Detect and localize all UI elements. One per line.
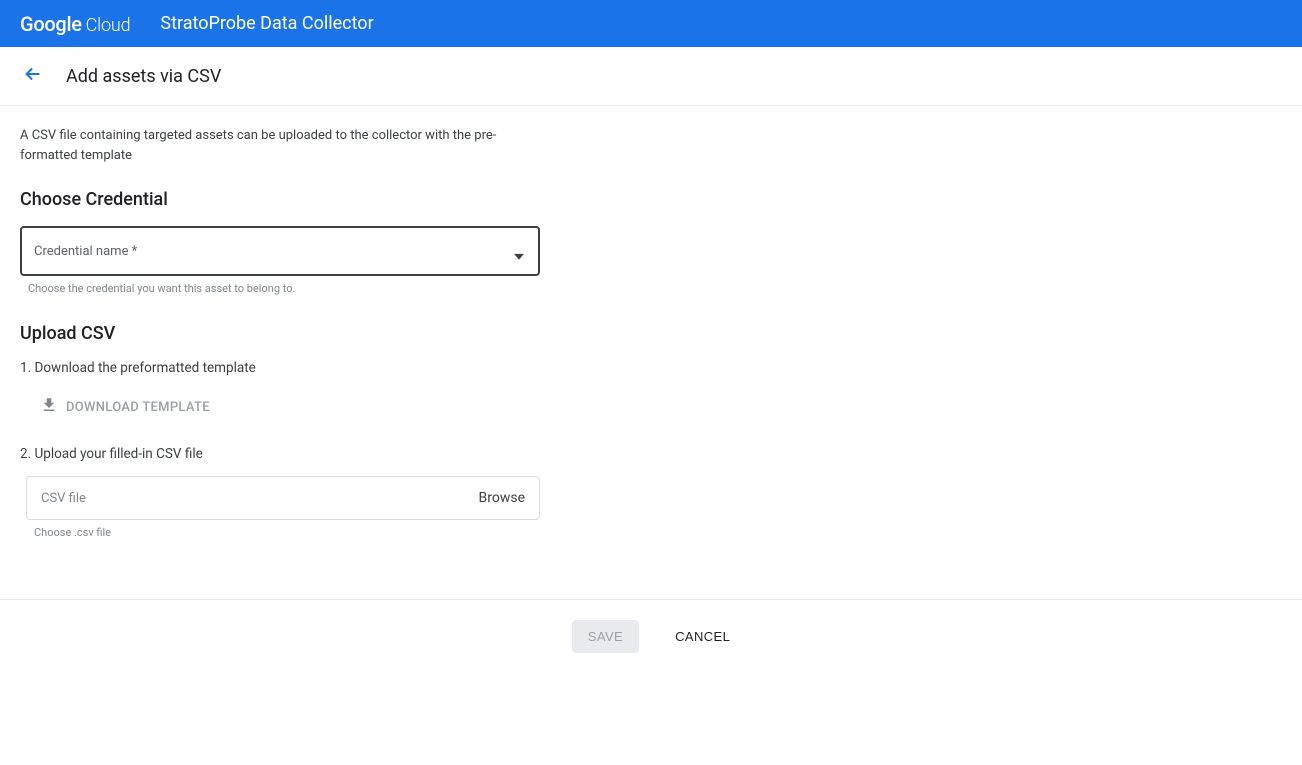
- download-template-label: DOWNLOAD TEMPLATE: [66, 400, 210, 415]
- csv-file-input[interactable]: CSV file Browse: [26, 476, 540, 520]
- step-1-label: 1. Download the preformatted template: [20, 360, 540, 376]
- main-content: A CSV file containing targeted assets ca…: [0, 106, 560, 559]
- credential-select[interactable]: Credential name *: [20, 226, 540, 276]
- page-header: Add assets via CSV: [0, 47, 1302, 106]
- browse-button[interactable]: Browse: [479, 490, 525, 506]
- credential-select-label: Credential name *: [34, 244, 137, 259]
- upload-csv-heading: Upload CSV: [20, 323, 540, 344]
- caret-down-icon: [514, 248, 524, 264]
- footer-actions: SAVE CANCEL: [0, 600, 1302, 673]
- arrow-left-icon: [22, 63, 44, 89]
- download-icon: [40, 396, 58, 418]
- credential-helper-text: Choose the credential you want this asse…: [28, 282, 540, 295]
- choose-credential-heading: Choose Credential: [20, 189, 540, 210]
- page-description: A CSV file containing targeted assets ca…: [20, 126, 500, 165]
- app-title: StratoProbe Data Collector: [160, 13, 373, 34]
- logo-cloud-text: Cloud: [86, 15, 131, 36]
- google-cloud-logo: Google Cloud: [20, 12, 130, 36]
- logo-google-text: Google: [20, 12, 82, 36]
- download-template-button[interactable]: DOWNLOAD TEMPLATE: [36, 390, 214, 424]
- step-2-label: 2. Upload your filled-in CSV file: [20, 446, 540, 462]
- top-bar: Google Cloud StratoProbe Data Collector: [0, 0, 1302, 47]
- save-button[interactable]: SAVE: [572, 620, 639, 653]
- page-title: Add assets via CSV: [66, 66, 221, 87]
- cancel-button[interactable]: CANCEL: [675, 629, 730, 644]
- csv-file-placeholder: CSV file: [41, 491, 86, 506]
- csv-file-helper: Choose .csv file: [34, 526, 540, 539]
- back-button[interactable]: [20, 61, 46, 91]
